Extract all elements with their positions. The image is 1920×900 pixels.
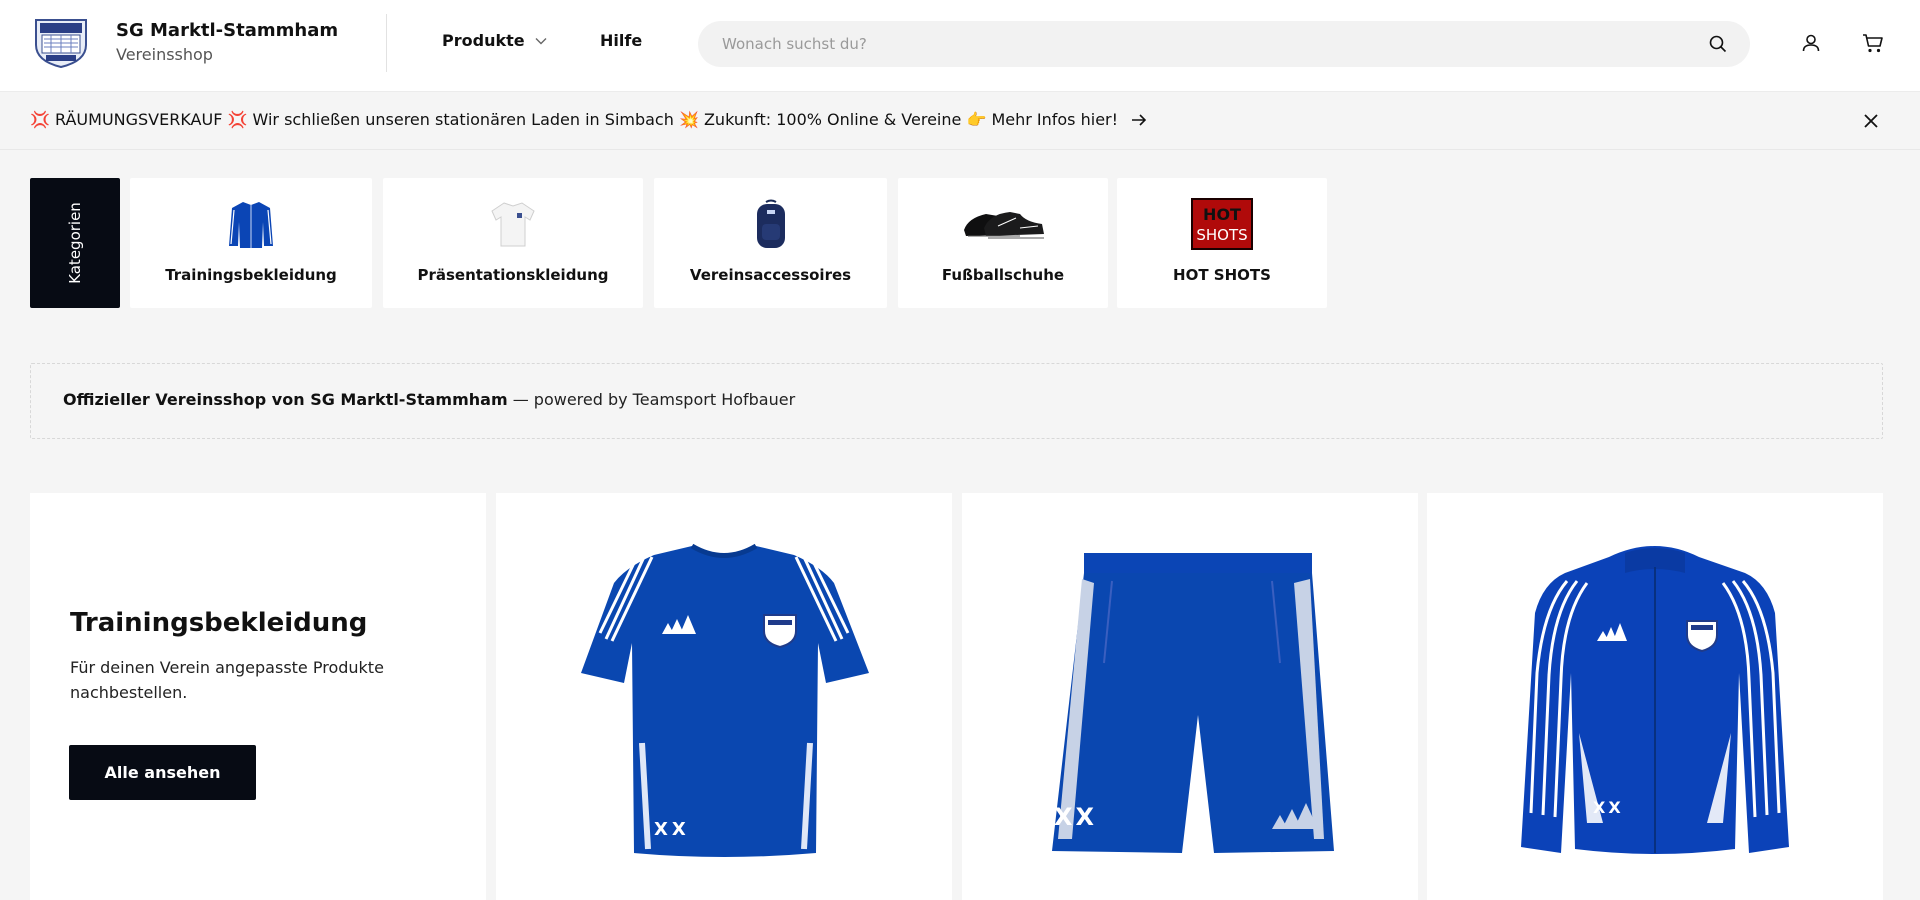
- brand[interactable]: SG Marktl-Stammham Vereinsshop: [116, 20, 338, 66]
- product-card-track-jacket[interactable]: XX: [1427, 493, 1883, 900]
- hot-shots-logo: HOT SHOTS: [1191, 198, 1253, 250]
- shop-info-bold: Offizieller Vereinsshop von SG Marktl-St…: [63, 390, 508, 409]
- backpack-thumbnail: [741, 198, 801, 250]
- category-fussballschuhe[interactable]: Fußballschuhe: [898, 178, 1108, 308]
- brand-subtitle: Vereinsshop: [116, 45, 213, 64]
- category-hot-shots[interactable]: HOT SHOTS HOT SHOTS: [1117, 178, 1327, 308]
- jersey-image: XX: [581, 543, 869, 857]
- category-label: Fußballschuhe: [941, 266, 1065, 284]
- football-boots-thumbnail: [958, 198, 1048, 250]
- product-card-shorts[interactable]: XX: [962, 493, 1418, 900]
- header-divider: [386, 14, 387, 72]
- category-label: Trainingsbekleidung: [165, 266, 337, 284]
- promo-description: Für deinen Verein angepasste Produkte na…: [70, 658, 384, 702]
- club-crest: [1686, 620, 1718, 653]
- product-card-jersey[interactable]: XX: [496, 493, 952, 900]
- category-vereinsaccessoires[interactable]: Vereinsaccessoires: [654, 178, 887, 308]
- nav-produkte-label: Produkte: [442, 31, 525, 50]
- svg-text:SHOTS: SHOTS: [1196, 226, 1247, 244]
- shorts-print-text: XX: [1054, 803, 1097, 831]
- white-shirt-thumbnail: [483, 198, 543, 250]
- view-all-button[interactable]: Alle ansehen: [69, 745, 256, 800]
- search-bar: [698, 21, 1750, 67]
- shop-info-banner: Offizieller Vereinsshop von SG Marktl-St…: [30, 363, 1883, 439]
- announcement-bar: 💢 RÄUMUNGSVERKAUF 💢 Wir schließen unsere…: [0, 92, 1920, 150]
- category-label: HOT SHOTS: [1173, 266, 1271, 284]
- svg-text:HOT: HOT: [1203, 205, 1241, 224]
- arrow-right-icon: [1132, 114, 1147, 126]
- site-header: SG Marktl-Stammham Vereinsshop Produkte …: [0, 0, 1920, 92]
- brand-name: SG Marktl-Stammham: [116, 20, 339, 41]
- track-jacket-image: XX: [1521, 546, 1789, 854]
- category-label: Präsentationskleidung: [417, 266, 609, 284]
- close-icon[interactable]: [1860, 110, 1882, 132]
- categories-tab-label: Kategorien: [66, 202, 84, 284]
- shop-info-text: Offizieller Vereinsshop von SG Marktl-St…: [63, 390, 795, 409]
- club-logo[interactable]: [32, 17, 90, 69]
- category-trainingsbekleidung[interactable]: Trainingsbekleidung: [130, 178, 372, 308]
- nav-hilfe-label: Hilfe: [600, 31, 643, 50]
- search-input[interactable]: [722, 21, 1682, 67]
- categories-tab[interactable]: Kategorien: [30, 178, 120, 308]
- nav-produkte[interactable]: Produkte: [442, 30, 547, 52]
- chevron-down-icon: [535, 38, 547, 45]
- announcement-link[interactable]: 💢 RÄUMUNGSVERKAUF 💢 Wir schließen unsere…: [30, 108, 1148, 132]
- promo-panel: Trainingsbekleidung Für deinen Verein an…: [30, 493, 486, 900]
- announcement-text: 💢 RÄUMUNGSVERKAUF 💢 Wir schließen unsere…: [30, 110, 1119, 129]
- cart-icon[interactable]: [1861, 31, 1885, 55]
- promo-title: Trainingsbekleidung: [70, 608, 368, 638]
- jacket-print-text: XX: [1593, 798, 1624, 817]
- user-icon[interactable]: [1799, 31, 1823, 55]
- nav-hilfe[interactable]: Hilfe: [600, 30, 642, 52]
- search-icon[interactable]: [1708, 34, 1728, 54]
- club-crest: [763, 614, 797, 649]
- category-label: Vereinsaccessoires: [689, 266, 852, 284]
- category-praesentationskleidung[interactable]: Präsentationskleidung: [383, 178, 643, 308]
- shop-info-rest: — powered by Teamsport Hofbauer: [507, 390, 796, 409]
- jersey-print-text: XX: [654, 819, 690, 840]
- shorts-image: XX: [1052, 553, 1334, 853]
- training-jacket-thumbnail: [221, 198, 281, 250]
